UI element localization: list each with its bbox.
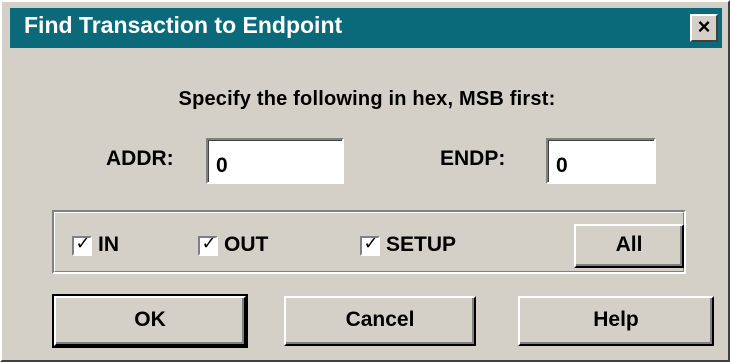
out-checkbox-box[interactable]: ✓ [198,233,218,256]
cancel-button-label: Cancel [345,308,415,331]
checkmark-icon: ✓ [201,233,217,253]
in-checkbox-label: IN [98,233,119,256]
checkmark-icon: ✓ [363,233,379,253]
setup-checkbox-box[interactable]: ✓ [360,233,380,256]
out-checkbox-label: OUT [224,233,269,256]
addr-label: ADDR: [106,147,174,170]
title-bar[interactable]: Find Transaction to Endpoint × [10,8,722,48]
checkmark-icon: ✓ [75,233,91,253]
ok-button-label: OK [134,308,166,331]
ok-button[interactable]: OK [52,294,248,348]
addr-input[interactable] [206,138,344,184]
endp-label: ENDP: [440,147,506,170]
help-button-label: Help [593,308,639,331]
in-checkbox-box[interactable]: ✓ [72,233,92,256]
close-icon: × [697,14,711,39]
setup-checkbox-label: SETUP [386,233,457,256]
close-button[interactable]: × [690,14,718,42]
help-button[interactable]: Help [518,296,714,346]
find-transaction-dialog: Find Transaction to Endpoint × Specify t… [0,0,730,362]
all-button[interactable]: All [574,224,684,268]
dialog-title: Find Transaction to Endpoint [24,12,343,38]
instructions-text: Specify the following in hex, MSB first: [178,88,556,110]
endp-input[interactable] [546,138,656,184]
all-button-label: All [615,233,643,256]
cancel-button[interactable]: Cancel [284,296,476,346]
